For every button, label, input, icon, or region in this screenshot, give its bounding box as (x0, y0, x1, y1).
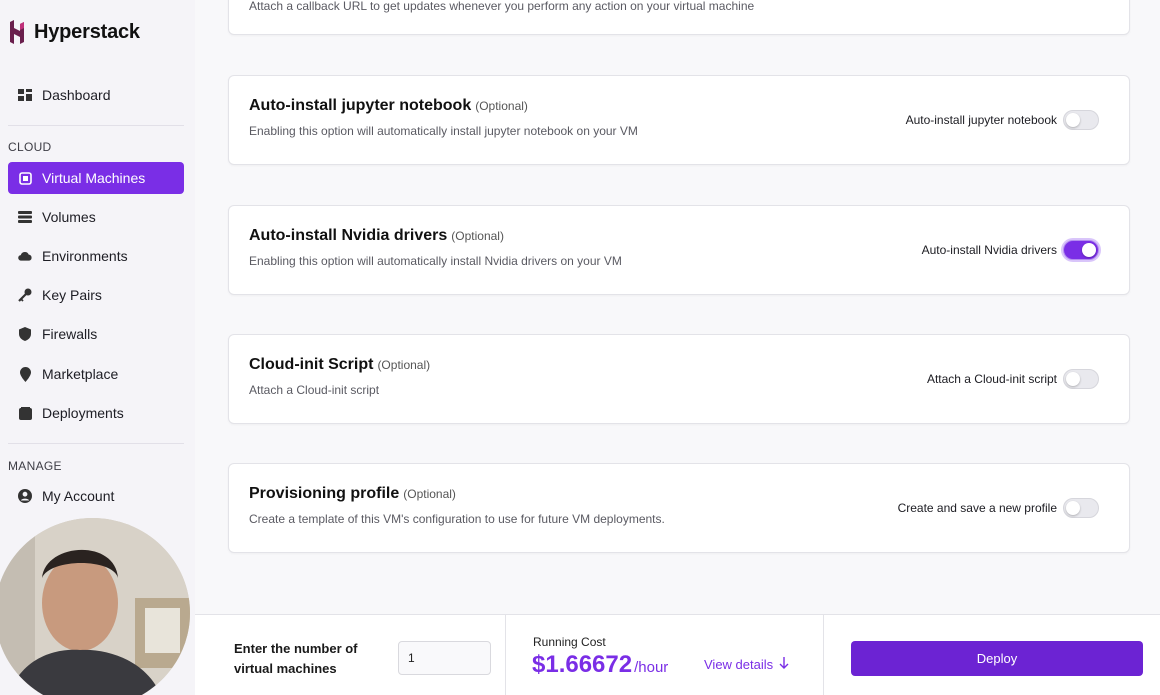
cloudinit-card: Cloud-init Script (Optional) Attach a Clo… (228, 334, 1130, 424)
sidebar-item-label: My Account (42, 488, 115, 504)
cloud-icon (18, 249, 32, 263)
sidebar-item-environments[interactable]: Environments (8, 240, 184, 272)
sidebar-item-label: Dashboard (42, 87, 111, 103)
user-icon (18, 489, 32, 503)
optional-tag: (Optional) (377, 358, 431, 372)
running-cost-value: $1.66672/hour (532, 651, 668, 679)
jupyter-toggle-label: Auto-install jupyter notebook (905, 113, 1057, 127)
cloudinit-card-title: Cloud-init Script (Optional) (249, 356, 430, 374)
divider (8, 125, 184, 126)
brand-name: Hyperstack (34, 20, 140, 43)
stack-icon (18, 406, 32, 420)
sidebar-item-label: Marketplace (42, 366, 119, 382)
section-label-cloud: CLOUD (8, 140, 52, 154)
divider (8, 443, 184, 444)
sidebar-item-label: Key Pairs (42, 287, 102, 303)
jupyter-toggle[interactable] (1063, 110, 1099, 130)
toggle-knob (1066, 372, 1080, 386)
callback-card-desc: Attach a callback URL to get updates whe… (249, 0, 755, 13)
nvidia-card-desc: Enabling this option will automatically … (249, 254, 622, 268)
main-content: Attach a callback URL to get updates whe… (195, 0, 1160, 695)
arrow-down-icon (779, 657, 789, 672)
nvidia-toggle[interactable] (1063, 240, 1099, 260)
sidebar-item-label: Environments (42, 248, 128, 264)
profile-card-desc: Create a template of this VM's configura… (249, 512, 665, 526)
sidebar-item-marketplace[interactable]: Marketplace (8, 358, 184, 390)
profile-toggle-label: Create and save a new profile (897, 501, 1057, 515)
divider (823, 615, 824, 695)
card-title-text: Auto-install Nvidia drivers (249, 227, 448, 244)
view-details-label: View details (704, 657, 774, 672)
vm-count-label: Enter the number of virtual machines (234, 641, 358, 676)
toggle-knob (1066, 501, 1080, 515)
sidebar-item-deployments[interactable]: Deployments (8, 397, 184, 429)
deploy-button[interactable]: Deploy (851, 641, 1143, 676)
deploy-bar: Enter the number of virtual machines 1 R… (195, 614, 1160, 695)
sidebar-item-virtual-machines[interactable]: Virtual Machines (8, 162, 184, 194)
dashboard-icon (18, 88, 32, 102)
jupyter-card: Auto-install jupyter notebook (Optional) … (228, 75, 1130, 165)
running-cost-label: Running Cost (533, 635, 606, 649)
card-title-text: Provisioning profile (249, 485, 400, 502)
nvidia-card-title: Auto-install Nvidia drivers (Optional) (249, 227, 504, 245)
sidebar-item-label: Volumes (42, 209, 96, 225)
toggle-knob (1066, 113, 1080, 127)
sidebar-item-label: Virtual Machines (42, 170, 146, 186)
optional-tag: (Optional) (475, 99, 528, 113)
jupyter-card-desc: Enabling this option will automatically … (249, 124, 638, 138)
key-icon (18, 288, 32, 302)
cost-unit: /hour (634, 659, 669, 676)
profile-card-title: Provisioning profile (Optional) (249, 485, 456, 503)
sidebar-item-my-account[interactable]: My Account (8, 480, 184, 512)
divider (505, 615, 506, 695)
toggle-knob (1082, 243, 1096, 257)
jupyter-card-title: Auto-install jupyter notebook (Optional) (249, 97, 528, 115)
chip-icon (18, 171, 32, 185)
optional-tag: (Optional) (451, 229, 504, 243)
cloudinit-toggle-label: Attach a Cloud-init script (926, 372, 1057, 386)
hyperstack-logo-icon (8, 18, 26, 46)
section-label-manage: MANAGE (8, 459, 62, 473)
database-icon (18, 210, 32, 224)
optional-tag: (Optional) (403, 487, 456, 501)
callback-card: Attach a callback URL to get updates whe… (228, 0, 1130, 35)
map-pin-icon (18, 366, 32, 382)
cost-amount: $1.66672 (532, 651, 633, 678)
profile-toggle[interactable] (1063, 498, 1099, 518)
card-title-text: Auto-install jupyter notebook (249, 97, 472, 114)
sidebar-item-dashboard[interactable]: Dashboard (8, 79, 184, 111)
sidebar-item-volumes[interactable]: Volumes (8, 201, 184, 233)
profile-card: Provisioning profile (Optional) Create a … (228, 463, 1130, 553)
sidebar-item-key-pairs[interactable]: Key Pairs (8, 279, 184, 311)
nvidia-toggle-label: Auto-install Nvidia drivers (921, 243, 1057, 257)
brand-logo[interactable]: Hyperstack (8, 18, 140, 46)
view-details-link[interactable]: View details (704, 657, 789, 672)
vm-count-input[interactable]: 1 (398, 641, 491, 675)
cloudinit-card-desc: Attach a Cloud-init script (249, 383, 380, 397)
sidebar-item-label: Firewalls (42, 326, 98, 342)
sidebar-item-firewalls[interactable]: Firewalls (8, 318, 184, 350)
shield-icon (18, 327, 32, 341)
cloudinit-toggle[interactable] (1063, 369, 1099, 389)
nvidia-card: Auto-install Nvidia drivers (Optional) En… (228, 205, 1130, 295)
card-title-text: Cloud-init Script (249, 356, 374, 373)
sidebar-item-label: Deployments (42, 405, 124, 421)
